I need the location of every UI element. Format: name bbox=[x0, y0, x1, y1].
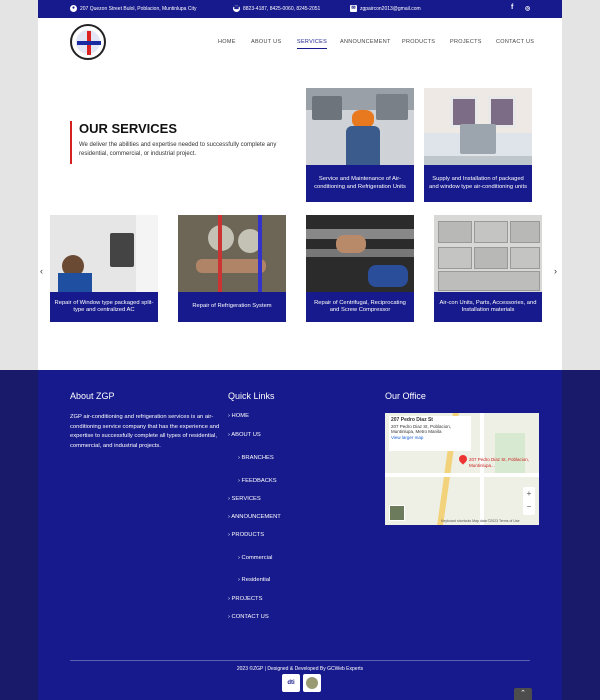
map-zoom-controls: + − bbox=[523, 487, 535, 515]
footer-link-about-us[interactable]: › ABOUT US bbox=[228, 432, 261, 438]
footer-office-heading: Our Office bbox=[385, 391, 426, 401]
carousel-caption: Air-con Units, Parts, Accessories, and I… bbox=[434, 292, 542, 322]
topbar-phone: ☎ 8823-4187, 8425-0060, 8245-2051 bbox=[233, 5, 320, 12]
footer-link-home[interactable]: › HOME bbox=[228, 413, 249, 419]
topbar-phone-text: 8823-4187, 8425-0060, 8245-2051 bbox=[243, 5, 321, 12]
carousel-card[interactable]: Repair of Refrigeration System bbox=[178, 215, 286, 322]
services-description: We deliver the abilities and expertise n… bbox=[79, 142, 277, 157]
services-intro: OUR SERVICES We deliver the abilities an… bbox=[70, 121, 279, 164]
service-card[interactable]: Supply and Installation of packaged and … bbox=[424, 88, 532, 202]
nav-home[interactable]: HOME bbox=[218, 39, 236, 45]
footer-link-contact-us[interactable]: › CONTACT US bbox=[228, 614, 269, 620]
service-caption: Service and Maintenance of Air-condition… bbox=[306, 165, 414, 202]
topbar-email[interactable]: ✉ zgpaircon2013@gmail.com bbox=[350, 5, 421, 12]
map-pin-label: 207 Pedro Diaz St, Poblacion, Muntinlupa… bbox=[469, 457, 530, 468]
nav-services[interactable]: SERVICES bbox=[297, 39, 328, 49]
service-image-installation bbox=[424, 88, 532, 165]
carousel-image-aircon-units bbox=[434, 215, 542, 292]
header: HOME ABOUT US SERVICES ANNOUNCEMENT PROD… bbox=[38, 18, 562, 66]
footer-copyright: 2023 ©ZGP | Designed & Developed By GCWe… bbox=[236, 666, 364, 672]
zgp-logo[interactable] bbox=[70, 24, 106, 60]
footer-link-announcement[interactable]: › ANNOUNCEMENT bbox=[228, 514, 281, 520]
map-info-card: 207 Pedro Diaz St 207 Pedro Diaz St, Pob… bbox=[389, 416, 471, 451]
instagram-icon[interactable]: ◎ bbox=[525, 5, 530, 12]
footer-link-commercial[interactable]: › Commercial bbox=[238, 555, 272, 561]
footer-divider bbox=[70, 660, 530, 661]
map-pin-icon[interactable] bbox=[457, 453, 469, 465]
phone-icon: ☎ bbox=[233, 5, 240, 12]
map-place-address: 207 Pedro Diaz St, Poblacion, Muntinlupa… bbox=[391, 423, 452, 435]
topbar-address-text: 207 Quezon Street Bulol, Poblacion, Munt… bbox=[80, 5, 197, 12]
footer: About ZGP ZGP air-conditioning and refri… bbox=[38, 370, 562, 700]
service-card[interactable]: Service and Maintenance of Air-condition… bbox=[306, 88, 414, 202]
top-bar: ● 207 Quezon Street Bulol, Poblacion, Mu… bbox=[38, 0, 562, 18]
office-map[interactable]: 207 Pedro Diaz St, Poblacion, Muntinlupa… bbox=[385, 413, 539, 525]
nav-announcement[interactable]: ANNOUNCEMENT bbox=[340, 39, 391, 45]
email-icon: ✉ bbox=[350, 5, 357, 12]
nav-projects[interactable]: PROJECTS bbox=[450, 39, 482, 45]
footer-link-branches[interactable]: › BRANCHES bbox=[238, 455, 274, 461]
footer-about-text: ZGP air-conditioning and refrigeration s… bbox=[70, 414, 220, 449]
footer-links-heading: Quick Links bbox=[228, 391, 275, 401]
map-satellite-toggle[interactable] bbox=[389, 505, 405, 521]
footer-link-residential[interactable]: › Residential bbox=[238, 577, 270, 583]
map-zoom-out-button[interactable]: − bbox=[523, 500, 535, 513]
dti-badge: dti bbox=[282, 674, 300, 692]
carousel-next-arrow[interactable]: › bbox=[554, 266, 557, 276]
footer-about-heading: About ZGP bbox=[70, 391, 115, 401]
carousel-caption: Repair of Refrigeration System bbox=[178, 292, 286, 322]
map-attribution: Keyboard shortcuts Map data ©2023 Terms … bbox=[441, 519, 520, 523]
carousel-image-compressor bbox=[306, 215, 414, 292]
nav-products[interactable]: PRODUCTS bbox=[402, 39, 435, 45]
services-title: OUR SERVICES bbox=[79, 121, 178, 136]
topbar-email-text: zgpaircon2013@gmail.com bbox=[360, 5, 421, 12]
footer-link-projects[interactable]: › PROJECTS bbox=[228, 596, 262, 602]
nav-contact-us[interactable]: CONTACT US bbox=[496, 39, 534, 45]
carousel-card[interactable]: Repair of Centrifugal, Reciprocating and… bbox=[306, 215, 414, 322]
nav-about-us[interactable]: ABOUT US bbox=[251, 39, 281, 45]
carousel-image-window-ac bbox=[50, 215, 158, 292]
footer-link-services[interactable]: › SERVICES bbox=[228, 496, 261, 502]
certification-seal bbox=[303, 674, 321, 692]
topbar-address: ● 207 Quezon Street Bulol, Poblacion, Mu… bbox=[70, 5, 196, 12]
carousel-caption: Repair of Centrifugal, Reciprocating and… bbox=[306, 292, 414, 322]
footer-link-products[interactable]: › PRODUCTS bbox=[228, 532, 264, 538]
service-caption: Supply and Installation of packaged and … bbox=[424, 165, 532, 202]
location-icon: ● bbox=[70, 5, 77, 12]
carousel-image-refrigeration bbox=[178, 215, 286, 292]
map-view-larger-link[interactable]: View larger map bbox=[391, 435, 469, 441]
carousel-prev-arrow[interactable]: ‹ bbox=[40, 266, 43, 276]
logo-cross-blue bbox=[77, 41, 101, 45]
footer-link-feedbacks[interactable]: › FEEDBACKS bbox=[238, 478, 277, 484]
carousel-caption: Repair of Window type packaged split-typ… bbox=[50, 292, 158, 322]
map-zoom-in-button[interactable]: + bbox=[523, 487, 535, 500]
carousel-card[interactable]: Air-con Units, Parts, Accessories, and I… bbox=[434, 215, 542, 322]
back-to-top-button[interactable]: ⌃ bbox=[514, 688, 532, 700]
carousel-card[interactable]: Repair of Window type packaged split-typ… bbox=[50, 215, 158, 322]
facebook-icon[interactable]: f bbox=[511, 4, 513, 11]
page: ● 207 Quezon Street Bulol, Poblacion, Mu… bbox=[38, 0, 562, 700]
service-image-maintenance bbox=[306, 88, 414, 165]
